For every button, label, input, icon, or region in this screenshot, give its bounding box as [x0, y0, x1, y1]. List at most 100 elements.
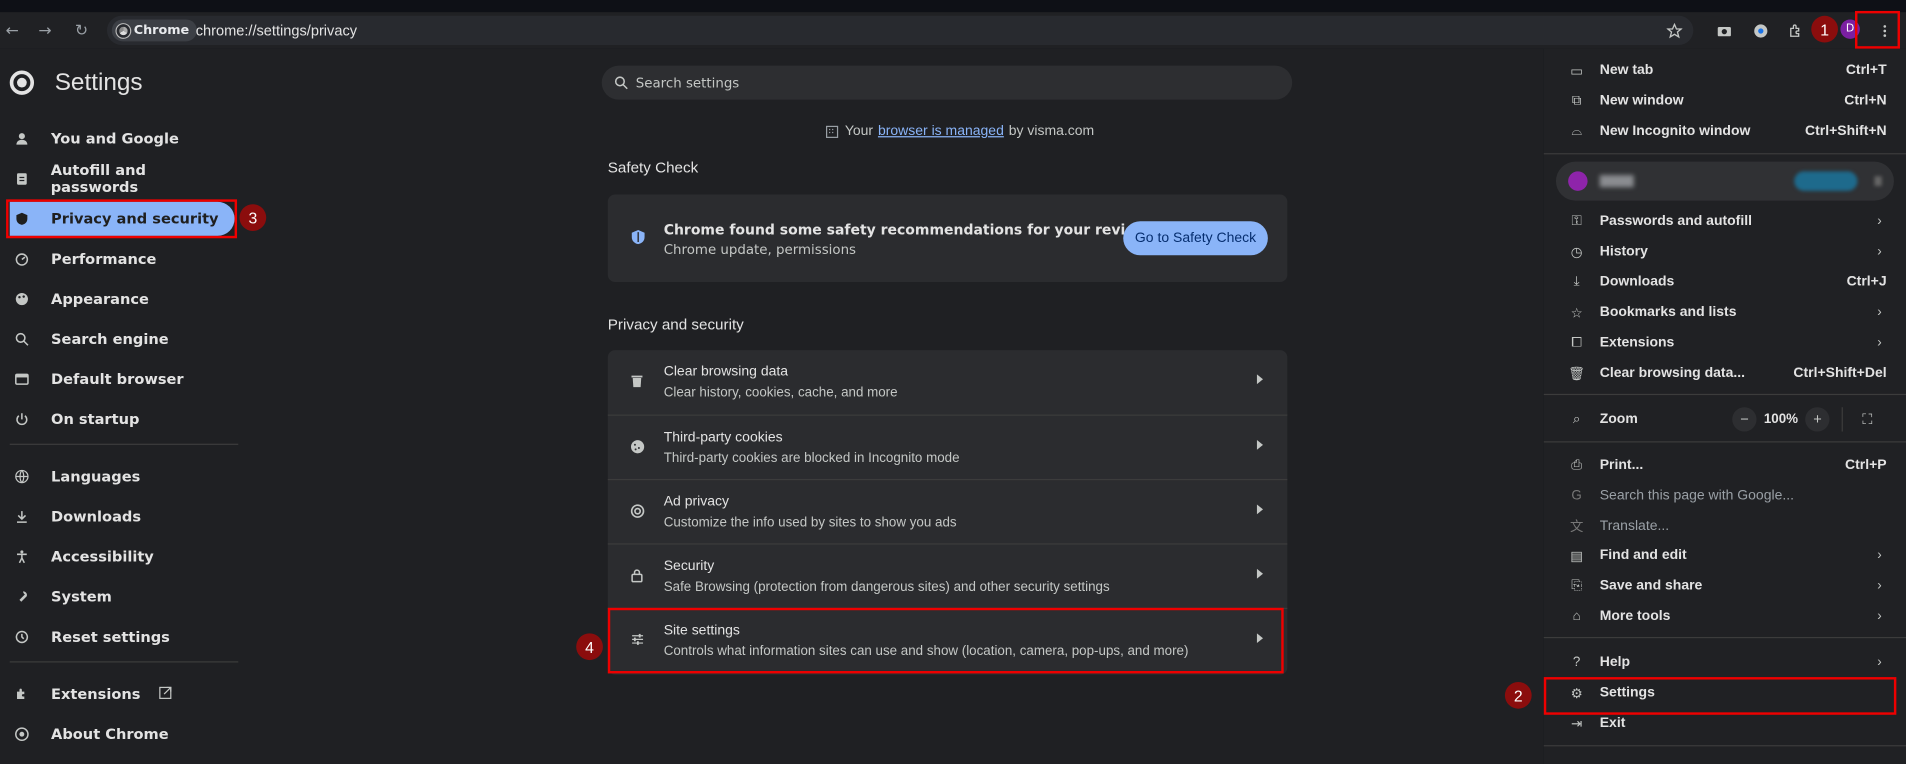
zoom-icon: ⌕: [1572, 411, 1581, 427]
save-icon: ⎘: [1571, 578, 1582, 593]
menu-item-extensions[interactable]: ⧠ Extensions ›: [1544, 328, 1906, 357]
lock-icon: [628, 566, 645, 583]
forward-button[interactable]: →: [33, 18, 57, 42]
sidebar-item-default-browser[interactable]: Default browser: [10, 362, 235, 396]
google-icon: G: [1571, 488, 1582, 504]
history-icon: [13, 628, 30, 645]
sidebar-item-you-and-google[interactable]: You and Google: [10, 122, 235, 156]
row-subtitle: Third-party cookies are blocked in Incog…: [663, 450, 960, 466]
row-subtitle: Customize the info used by sites to show…: [663, 515, 957, 531]
toolbox-icon: ⌂: [1572, 609, 1581, 624]
menu-item-incognito[interactable]: ⌓ New Incognito window Ctrl+Shift+N: [1544, 117, 1906, 146]
menu-item-passwords[interactable]: ⚿ Passwords and autofill ›: [1544, 207, 1906, 236]
puzzle-icon: ⧠: [1571, 334, 1582, 350]
highlight-menu-button: [1855, 10, 1900, 49]
bookmark-star-button[interactable]: [1662, 17, 1686, 44]
sidebar-item-appearance[interactable]: Appearance: [10, 282, 235, 316]
forward-arrow-icon: →: [38, 21, 52, 40]
camera-icon: [1717, 26, 1731, 36]
shortcut: Ctrl+J: [1846, 274, 1887, 290]
menu-item-bookmarks[interactable]: ☆ Bookmarks and lists ›: [1544, 298, 1906, 327]
chrome-logo-icon: [116, 23, 131, 38]
menu-item-help[interactable]: ? Help ›: [1544, 648, 1906, 677]
annotation-badge-3: 3: [239, 204, 267, 231]
menu-item-zoom: ⌕ Zoom − 100% + ⛶: [1544, 405, 1906, 434]
zoom-in-button[interactable]: +: [1805, 407, 1830, 432]
sidebar-item-accessibility[interactable]: Accessibility: [10, 540, 235, 574]
reload-button[interactable]: ↻: [69, 18, 93, 42]
sidebar-item-reset-settings[interactable]: Reset settings: [10, 620, 235, 654]
find-icon: ▤: [1570, 548, 1583, 564]
menu-item-search-with-google: G Search this page with Google...: [1544, 481, 1906, 510]
shortcut: Ctrl+Shift+Del: [1793, 365, 1887, 381]
sidebar-item-about-chrome[interactable]: About Chrome: [10, 717, 235, 751]
row-third-party-cookies[interactable]: Third-party cookies Third-party cookies …: [607, 414, 1288, 479]
shortcut: Ctrl+Shift+N: [1805, 123, 1887, 139]
sidebar-item-autofill[interactable]: Autofill and passwords: [10, 162, 235, 196]
extensions-menu-button[interactable]: [1783, 17, 1807, 44]
page-title: Settings: [54, 69, 143, 97]
safety-check-subtitle: Chrome update, permissions: [663, 241, 857, 258]
row-ad-privacy[interactable]: Ad privacy Customize the info used by si…: [607, 478, 1288, 543]
row-subtitle: Safe Browsing (protection from dangerous…: [663, 579, 1110, 595]
menu-item-clear-browsing[interactable]: 🗑 Clear browsing data... Ctrl+Shift+Del: [1544, 359, 1906, 388]
address-bar[interactable]: Chrome chrome://settings/privacy: [106, 15, 1694, 45]
search-icon: [13, 331, 30, 348]
person-icon: [13, 130, 30, 147]
privacy-heading: Privacy and security: [607, 316, 744, 334]
search-icon: [614, 76, 628, 90]
menu-profile-row[interactable]: [1555, 161, 1894, 201]
menu-item-new-tab[interactable]: ▭ New tab Ctrl+T: [1544, 56, 1906, 85]
back-button[interactable]: ←: [0, 18, 24, 42]
translate-icon: 文: [1569, 520, 1584, 535]
menu-divider: [1543, 153, 1906, 155]
chevron-right-icon: ›: [1877, 213, 1882, 229]
extension-button[interactable]: [1748, 17, 1772, 44]
chevron-right-icon: [1256, 440, 1264, 450]
profile-extra-redacted: [1874, 176, 1882, 186]
stage: ← → ↻ Chrome chrome://settings/privacy D…: [0, 0, 1906, 764]
building-icon: [826, 125, 839, 138]
menu-item-find-edit[interactable]: ▤ Find and edit ›: [1544, 541, 1906, 570]
menu-item-history[interactable]: ◷ History ›: [1544, 237, 1906, 266]
menu-item-save-share[interactable]: ⎘ Save and share ›: [1544, 571, 1906, 600]
sidebar-item-on-startup[interactable]: On startup: [10, 402, 235, 436]
new-tab-icon: ▭: [1570, 63, 1583, 79]
sidebar-item-downloads[interactable]: Downloads: [10, 500, 235, 534]
zoom-out-button[interactable]: −: [1732, 407, 1757, 432]
menu-item-print[interactable]: ⎙ Print... Ctrl+P: [1544, 451, 1906, 480]
row-clear-browsing-data[interactable]: Clear browsing data Clear history, cooki…: [608, 350, 1288, 414]
shortcut: Ctrl+P: [1845, 458, 1887, 473]
row-title: Third-party cookies: [663, 430, 783, 445]
url-text: chrome://settings/privacy: [195, 21, 358, 39]
incognito-icon: ⌓: [1571, 123, 1582, 138]
menu-item-downloads[interactable]: ⤓ Downloads Ctrl+J: [1544, 267, 1906, 296]
cookie-icon: [628, 438, 645, 455]
sidebar-item-languages[interactable]: Languages: [10, 459, 235, 493]
camera-extension-button[interactable]: [1712, 17, 1736, 44]
open-in-new-icon: [157, 685, 172, 703]
browser-icon: [13, 371, 30, 388]
sidebar-item-search-engine[interactable]: Search engine: [10, 322, 235, 356]
chevron-right-icon: ›: [1877, 655, 1882, 670]
sidebar-item-extensions[interactable]: Extensions: [10, 677, 235, 711]
shield-check-icon: [630, 229, 647, 251]
menu-divider: [1543, 636, 1906, 639]
fullscreen-button[interactable]: ⛶: [1855, 407, 1879, 431]
search-settings-field[interactable]: Search settings: [601, 65, 1293, 100]
ad-privacy-icon: [628, 502, 645, 519]
go-to-safety-check-button[interactable]: Go to Safety Check: [1123, 221, 1268, 256]
managed-link[interactable]: browser is managed: [878, 124, 1004, 139]
chrome-chip[interactable]: Chrome: [111, 19, 197, 42]
new-window-icon: ⧉: [1571, 92, 1582, 108]
zoom-separator: [1841, 407, 1844, 432]
chevron-right-icon: ›: [1877, 609, 1882, 624]
menu-item-new-window[interactable]: ⧉ New window Ctrl+N: [1544, 86, 1906, 115]
sidebar-item-performance[interactable]: Performance: [10, 242, 235, 276]
menu-item-more-tools[interactable]: ⌂ More tools ›: [1544, 602, 1906, 631]
browser-toolbar: ← → ↻ Chrome chrome://settings/privacy: [0, 12, 1906, 49]
sidebar-item-system[interactable]: System: [10, 580, 235, 614]
row-security[interactable]: Security Safe Browsing (protection from …: [607, 543, 1288, 607]
puzzle-icon: [1789, 23, 1799, 37]
power-icon: [13, 411, 30, 428]
